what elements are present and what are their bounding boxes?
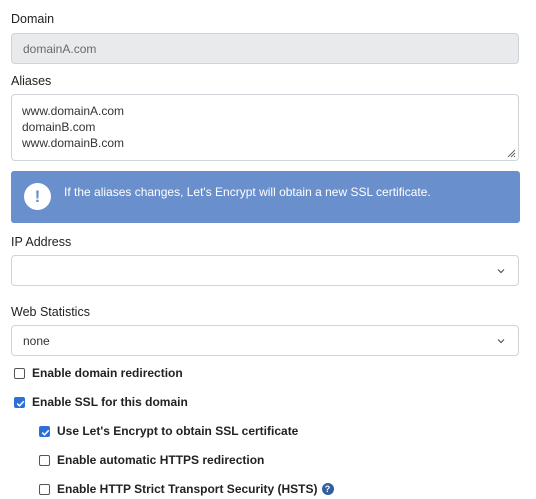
alert-text: If the aliases changes, Let's Encrypt wi… <box>64 185 431 199</box>
help-icon[interactable]: ? <box>321 483 334 495</box>
web-statistics-label: Web Statistics <box>11 305 90 319</box>
alias-line: domainB.com <box>22 120 96 134</box>
checkbox-https-redirection[interactable] <box>39 454 50 466</box>
web-statistics-value: none <box>23 333 50 348</box>
aliases-label: Aliases <box>11 74 52 88</box>
checkbox-hsts[interactable] <box>39 483 50 495</box>
checkbox-lets-encrypt[interactable] <box>39 425 50 437</box>
alias-line: www.domainA.com <box>22 104 125 118</box>
option-hsts[interactable]: Enable HTTP Strict Transport Security (H… <box>39 480 334 498</box>
alias-line: www.domainB.com <box>22 136 125 150</box>
domain-field: domainA.com <box>11 33 519 64</box>
domain-value: domainA.com <box>23 41 97 56</box>
chevron-down-icon <box>497 338 505 343</box>
option-label: Enable HTTP Strict Transport Security (H… <box>57 482 318 496</box>
option-lets-encrypt[interactable]: Use Let's Encrypt to obtain SSL certific… <box>39 422 298 440</box>
checkbox-domain-redirection[interactable] <box>14 367 25 379</box>
checkbox-enable-ssl[interactable] <box>14 396 25 408</box>
domain-label: Domain <box>11 12 55 26</box>
option-enable-ssl[interactable]: Enable SSL for this domain <box>14 393 188 411</box>
ip-address-label: IP Address <box>11 235 72 249</box>
resize-handle-icon[interactable] <box>506 148 516 158</box>
check-icon <box>16 400 25 407</box>
web-statistics-select[interactable]: none <box>11 325 519 356</box>
ssl-info-alert: ! If the aliases changes, Let's Encrypt … <box>11 171 520 223</box>
ip-address-select[interactable] <box>11 255 519 286</box>
option-https-redirection[interactable]: Enable automatic HTTPS redirection <box>39 451 264 469</box>
chevron-down-icon <box>497 268 505 273</box>
check-icon <box>41 429 50 436</box>
option-label: Enable SSL for this domain <box>32 395 188 409</box>
aliases-textarea[interactable]: www.domainA.com domainB.com www.domainB.… <box>11 94 519 161</box>
option-label: Use Let's Encrypt to obtain SSL certific… <box>57 424 299 438</box>
option-label: Enable automatic HTTPS redirection <box>57 453 265 467</box>
exclamation-icon: ! <box>24 183 51 210</box>
option-domain-redirection[interactable]: Enable domain redirection <box>14 364 183 382</box>
option-label: Enable domain redirection <box>32 366 183 380</box>
